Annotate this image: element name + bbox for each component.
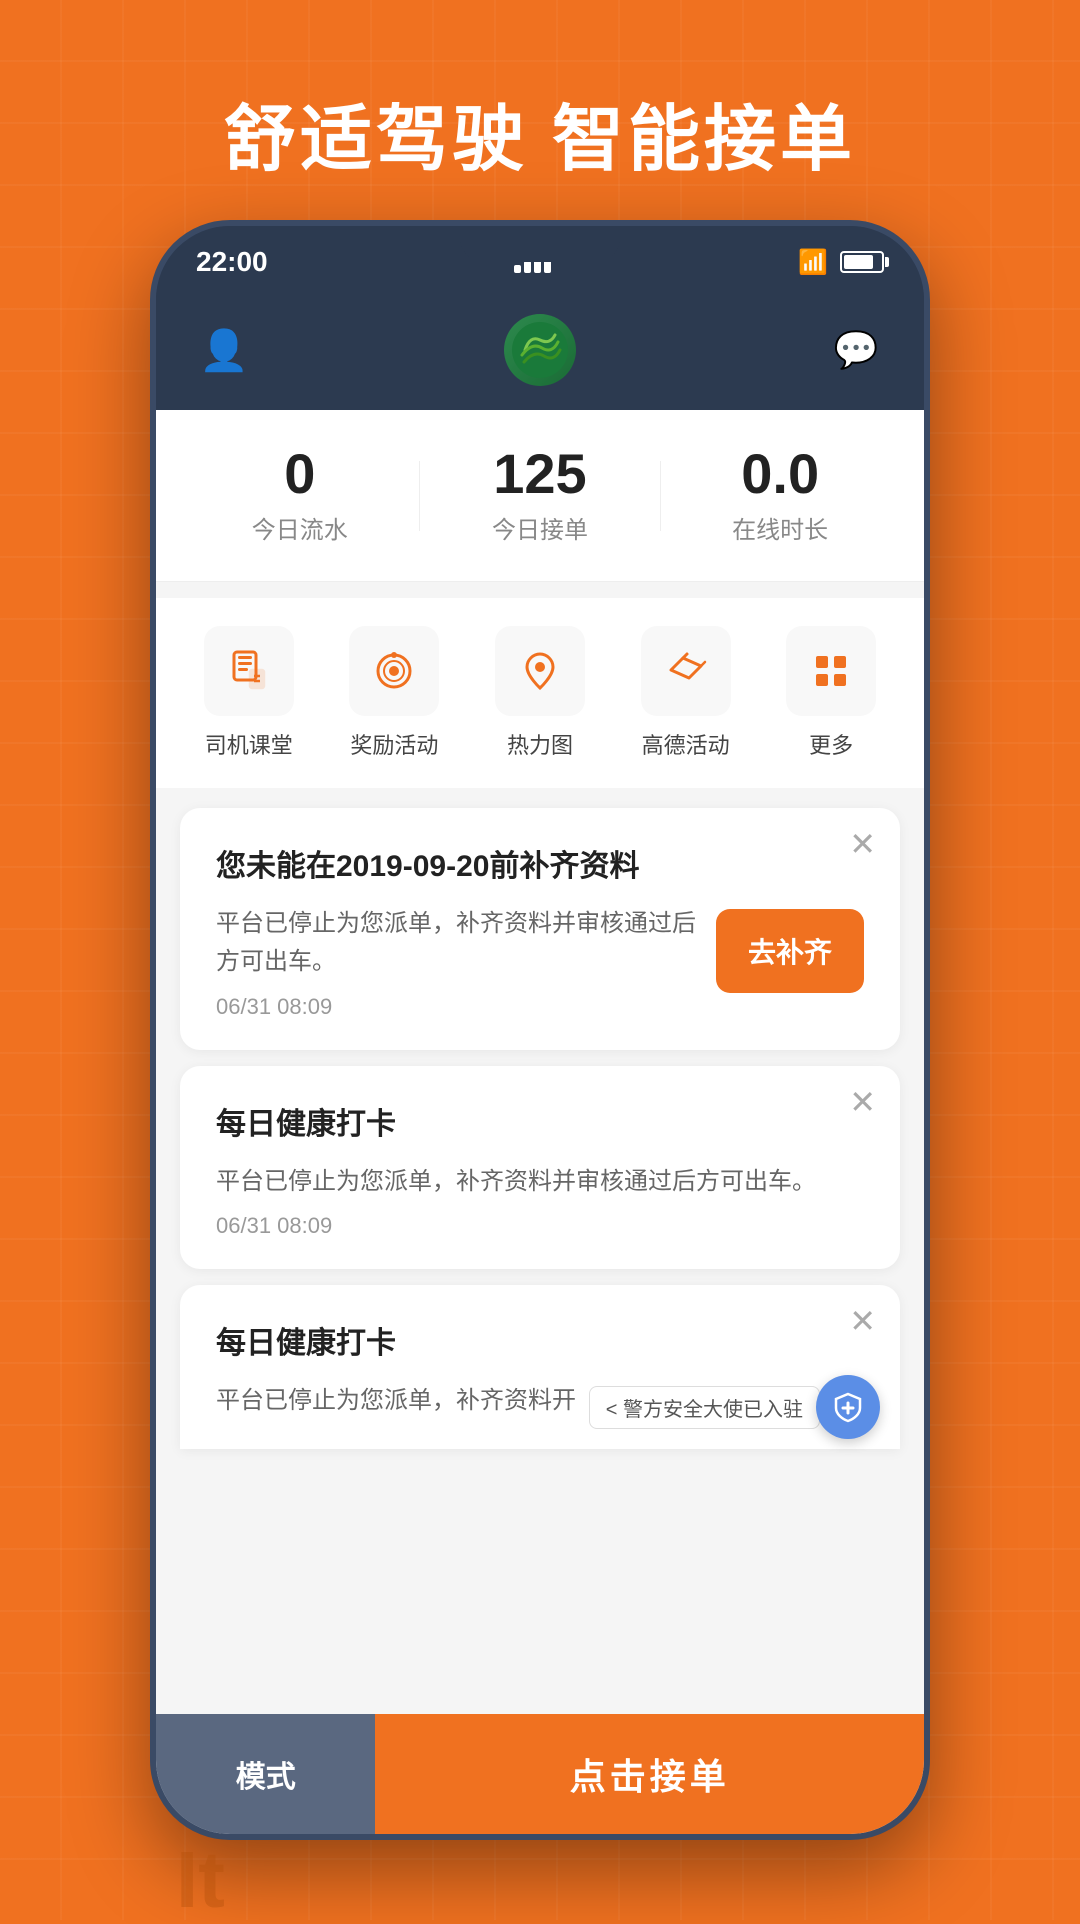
security-banner-text: < 警方安全大使已入驻 — [606, 1393, 803, 1422]
security-banner: < 警方安全大使已入驻 — [589, 1386, 820, 1429]
card-1-content: 平台已停止为您派单，补齐资料并审核通过后方可出车。 06/31 08:09 — [216, 905, 696, 1020]
stat-online-time: 0.0 在线时长 — [732, 446, 828, 545]
status-icons: 📶 — [798, 248, 884, 277]
nav-heatmap[interactable]: 热力图 — [480, 626, 600, 760]
notification-card-2: ✕ 每日健康打卡 平台已停止为您派单，补齐资料并审核通过后方可出车。 06/31… — [180, 1066, 900, 1269]
phone-frame: 22:00 📶 👤 — [150, 220, 930, 1840]
stat-divider-1 — [419, 461, 420, 531]
mode-button[interactable]: 模式 — [156, 1714, 375, 1834]
card-2-close-button[interactable]: ✕ — [849, 1086, 876, 1118]
stat-flow-label: 今日流水 — [252, 510, 348, 545]
cards-section: ✕ 您未能在2019-09-20前补齐资料 平台已停止为您派单，补齐资料并审核通… — [156, 788, 924, 1469]
shield-plus-icon — [832, 1391, 864, 1423]
battery-icon — [840, 251, 884, 273]
stat-flow-value: 0 — [252, 446, 348, 502]
card-2-text: 平台已停止为您派单，补齐资料并审核通过后方可出车。 — [216, 1163, 864, 1201]
app-header: 👤 💬 — [156, 298, 924, 410]
chat-icon: 💬 — [834, 329, 879, 371]
stat-daily-flow: 0 今日流水 — [252, 446, 348, 545]
stats-section: 0 今日流水 125 今日接单 0.0 在线时长 — [156, 410, 924, 582]
wifi-icon: 📶 — [798, 248, 828, 277]
signal-bar-2 — [524, 261, 531, 273]
card-1-text: 平台已停止为您派单，补齐资料并审核通过后方可出车。 — [216, 905, 696, 982]
card-1-body: 平台已停止为您派单，补齐资料并审核通过后方可出车。 06/31 08:09 去补… — [216, 905, 864, 1020]
card-1-title: 您未能在2019-09-20前补齐资料 — [216, 844, 864, 889]
classroom-label: 司机课堂 — [205, 728, 293, 760]
gaode-label: 高德活动 — [642, 728, 730, 760]
bottom-decoration-text: It — [176, 1840, 225, 1920]
signal-bar-4 — [544, 251, 551, 273]
heatmap-icon — [495, 626, 585, 716]
stat-online-label: 在线时长 — [732, 510, 828, 545]
notification-card-3: ✕ 每日健康打卡 平台已停止为您派单，补齐资料开 < 警方安全大使已入驻 — [180, 1285, 900, 1448]
stat-orders-value: 125 — [492, 446, 588, 502]
gaode-icon — [641, 626, 731, 716]
heatmap-label: 热力图 — [507, 728, 573, 760]
more-icon — [786, 626, 876, 716]
stat-orders-label: 今日接单 — [492, 510, 588, 545]
card-3-close-button[interactable]: ✕ — [849, 1305, 876, 1337]
accept-order-button[interactable]: 点击接单 — [375, 1714, 924, 1834]
stat-daily-orders: 125 今日接单 — [492, 446, 588, 545]
status-bar: 22:00 📶 — [156, 226, 924, 298]
stat-divider-2 — [660, 461, 661, 531]
battery-fill — [844, 255, 873, 269]
card-2-title: 每日健康打卡 — [216, 1102, 864, 1147]
nav-more[interactable]: 更多 — [771, 626, 891, 760]
nav-gaode[interactable]: 高德活动 — [626, 626, 746, 760]
user-icon: 👤 — [199, 327, 249, 374]
hero-section: 舒适驾驶 智能接单 — [0, 0, 1080, 225]
nav-activity[interactable]: 奖励活动 — [334, 626, 454, 760]
security-badge-button[interactable] — [816, 1375, 880, 1439]
more-label: 更多 — [809, 728, 853, 760]
card-1-close-button[interactable]: ✕ — [849, 828, 876, 860]
signal-bars — [514, 251, 551, 273]
status-time: 22:00 — [196, 246, 268, 278]
activity-icon — [349, 626, 439, 716]
signal-indicator — [514, 251, 551, 273]
classroom-icon — [204, 626, 294, 716]
hero-tagline: 舒适驾驶 智能接单 — [0, 80, 1080, 185]
quick-nav: 司机课堂 奖励活动 — [156, 598, 924, 788]
card-1-action-button[interactable]: 去补齐 — [716, 909, 864, 993]
messages-button[interactable]: 💬 — [828, 322, 884, 378]
logo-svg — [510, 320, 570, 380]
phone-content: 0 今日流水 125 今日接单 0.0 在线时长 — [156, 410, 924, 1840]
activity-label: 奖励活动 — [350, 728, 438, 760]
signal-bar-3 — [534, 256, 541, 273]
user-profile-button[interactable]: 👤 — [196, 322, 252, 378]
bottom-bar: 模式 点击接单 — [156, 1714, 924, 1834]
card-1-date: 06/31 08:09 — [216, 994, 696, 1020]
stat-online-value: 0.0 — [732, 446, 828, 502]
signal-bar-1 — [514, 265, 521, 273]
app-logo — [504, 314, 576, 386]
nav-classroom[interactable]: 司机课堂 — [189, 626, 309, 760]
notification-card-1: ✕ 您未能在2019-09-20前补齐资料 平台已停止为您派单，补齐资料并审核通… — [180, 808, 900, 1050]
card-3-title: 每日健康打卡 — [216, 1321, 864, 1366]
card-2-date: 06/31 08:09 — [216, 1213, 864, 1239]
